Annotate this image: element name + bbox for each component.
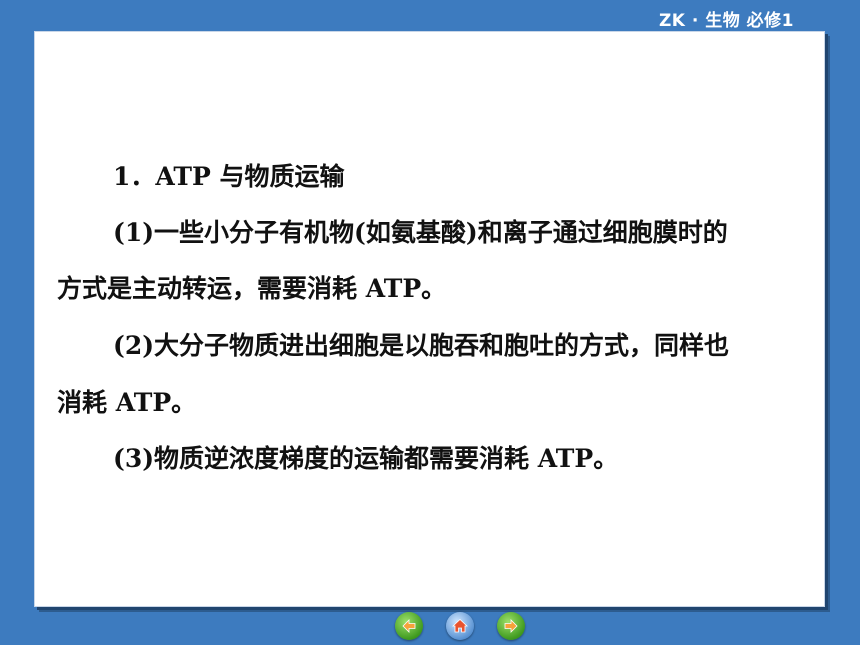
next-slide-button[interactable] xyxy=(497,612,525,640)
next-arrow-icon xyxy=(504,619,518,633)
home-icon xyxy=(451,618,469,633)
paragraph-2-line-1: (2)大分子物质进出细胞是以胞吞和胞吐的方式，同样也 xyxy=(113,331,730,360)
paragraph-2-line-2: 消耗 ATP。 xyxy=(57,388,197,417)
paragraph-1-line-2: 方式是主动转运，需要消耗 ATP。 xyxy=(57,274,447,303)
prev-arrow-icon xyxy=(402,619,416,633)
previous-slide-button[interactable] xyxy=(395,612,423,640)
course-label: ZK · 生物 必修1 xyxy=(658,11,794,31)
section-heading: 1．ATP 与物质运输 xyxy=(113,162,345,191)
home-button[interactable] xyxy=(446,612,474,640)
slide-content-card: 1．ATP 与物质运输 (1)一些小分子有机物(如氨基酸)和离子通过细胞膜时的 … xyxy=(34,31,825,607)
paragraph-1-line-1: (1)一些小分子有机物(如氨基酸)和离子通过细胞膜时的 xyxy=(113,218,728,247)
paragraph-3-line-1: (3)物质逆浓度梯度的运输都需要消耗 ATP。 xyxy=(113,444,619,473)
